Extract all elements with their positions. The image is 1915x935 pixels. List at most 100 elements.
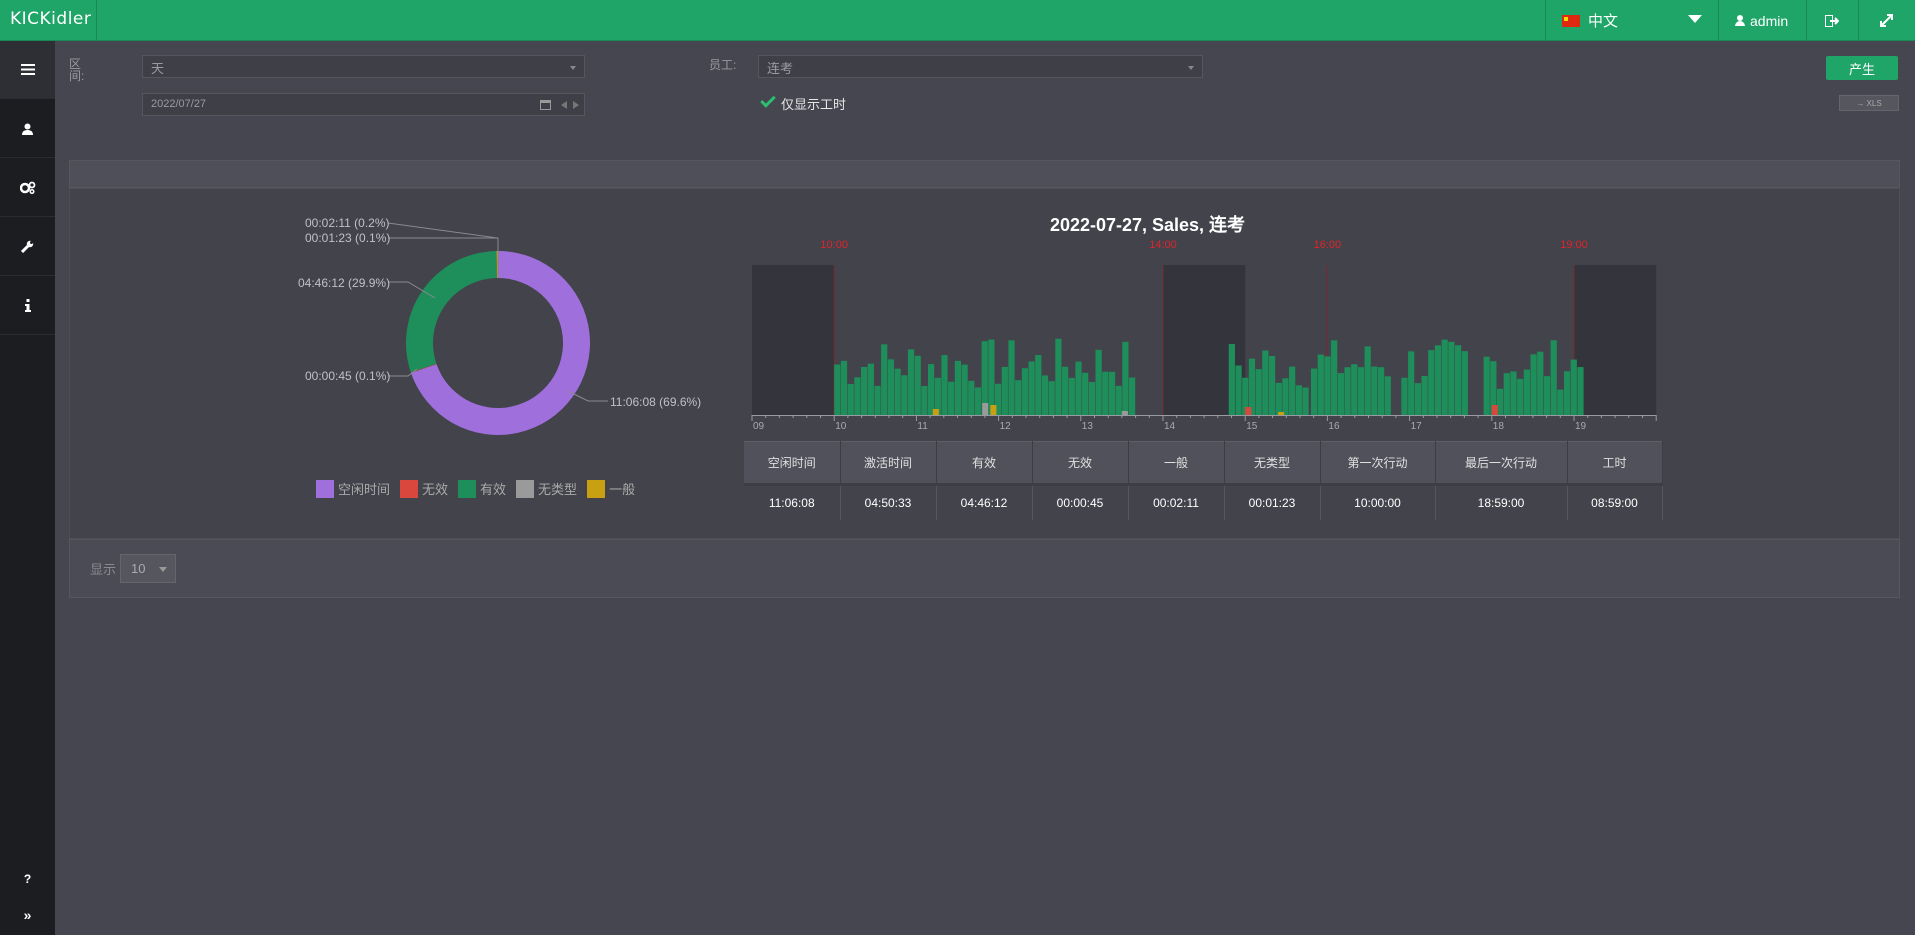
activity-blip[interactable] — [982, 403, 989, 415]
activity-bar[interactable] — [1248, 358, 1256, 415]
activity-bar[interactable] — [1408, 351, 1415, 415]
activity-bar[interactable] — [1102, 371, 1109, 415]
generate-button[interactable]: 产生 — [1826, 56, 1898, 80]
activity-bar[interactable] — [1577, 367, 1584, 415]
activity-bar[interactable] — [874, 385, 881, 415]
activity-bar[interactable] — [1075, 361, 1082, 415]
sidebar-item-info[interactable] — [0, 277, 55, 335]
activity-blip[interactable] — [932, 409, 939, 415]
activity-blip[interactable] — [1245, 407, 1252, 415]
activity-bar[interactable] — [1344, 367, 1351, 415]
activity-bar[interactable] — [1268, 356, 1276, 415]
language-selector[interactable]: 中文 — [1562, 0, 1718, 41]
activity-bar[interactable] — [928, 364, 935, 415]
activity-bar[interactable] — [894, 368, 901, 415]
activity-bar[interactable] — [1228, 344, 1235, 415]
activity-bar[interactable] — [1448, 341, 1455, 415]
activity-bar[interactable] — [1570, 359, 1577, 415]
activity-bar[interactable] — [1129, 377, 1136, 415]
activity-bar[interactable] — [1428, 350, 1435, 415]
help-button[interactable]: ? — [0, 861, 55, 897]
activity-bar[interactable] — [1095, 349, 1102, 415]
logout-button[interactable] — [1806, 0, 1858, 41]
activity-bar[interactable] — [1115, 385, 1122, 415]
activity-bar[interactable] — [1351, 364, 1358, 415]
activity-bar[interactable] — [1483, 356, 1490, 415]
activity-bar[interactable] — [1289, 366, 1296, 415]
activity-bar[interactable] — [1523, 369, 1530, 415]
activity-bar[interactable] — [834, 364, 841, 415]
activity-bar[interactable] — [921, 386, 928, 415]
expand-sidebar-button[interactable]: » — [0, 897, 55, 933]
activity-bar[interactable] — [1543, 376, 1551, 415]
activity-bar[interactable] — [1295, 385, 1302, 415]
activity-bar[interactable] — [1364, 346, 1371, 415]
activity-bar[interactable] — [1496, 388, 1504, 415]
activity-bar[interactable] — [954, 360, 961, 415]
activity-bar[interactable] — [1563, 371, 1571, 415]
activity-bar[interactable] — [907, 349, 915, 415]
activity-bar[interactable] — [1235, 365, 1242, 415]
activity-bar[interactable] — [1001, 366, 1008, 415]
activity-bar[interactable] — [861, 366, 868, 415]
donut-slice[interactable] — [406, 251, 497, 373]
sidebar-item-settings[interactable] — [0, 159, 55, 217]
sidebar-item-users[interactable] — [0, 100, 55, 158]
activity-bar[interactable] — [1035, 355, 1042, 415]
activity-bar[interactable] — [1015, 380, 1022, 415]
activity-bar[interactable] — [1324, 356, 1331, 415]
activity-bar[interactable] — [1262, 350, 1269, 415]
activity-bar[interactable] — [1357, 367, 1365, 415]
activity-bar[interactable] — [1434, 345, 1442, 415]
activity-bar[interactable] — [1454, 345, 1462, 415]
activity-bar[interactable] — [1414, 383, 1421, 415]
app-logo[interactable]: KICKidler — [10, 9, 91, 29]
period-select[interactable]: 天 — [142, 55, 585, 78]
activity-bar[interactable] — [1122, 341, 1129, 415]
activity-bar[interactable] — [1337, 373, 1344, 415]
activity-bar[interactable] — [1510, 371, 1517, 415]
activity-bar[interactable] — [1008, 340, 1015, 415]
activity-bar[interactable] — [887, 359, 894, 415]
activity-bar[interactable] — [941, 355, 948, 415]
calendar-icon[interactable] — [540, 100, 551, 110]
activity-bar[interactable] — [1108, 371, 1116, 415]
only-work-hours-label[interactable]: 仅显示工时 — [781, 94, 846, 113]
activity-bar[interactable] — [1503, 373, 1510, 415]
activity-bar[interactable] — [1068, 377, 1075, 415]
activity-bar[interactable] — [988, 339, 995, 415]
activity-blip[interactable] — [1121, 411, 1128, 415]
activity-bar[interactable] — [847, 383, 854, 415]
activity-bar[interactable] — [1441, 339, 1448, 415]
activity-bar[interactable] — [1461, 351, 1468, 415]
checkmark-icon[interactable] — [760, 92, 776, 108]
next-date-icon[interactable] — [573, 101, 579, 109]
fullscreen-button[interactable] — [1860, 0, 1912, 41]
legend-item-idle[interactable]: 空闲时间 — [316, 479, 390, 498]
activity-bar[interactable] — [1550, 340, 1557, 415]
activity-blip[interactable] — [1491, 405, 1498, 415]
activity-bar[interactable] — [1331, 340, 1338, 415]
legend-item-general[interactable]: 一般 — [587, 479, 635, 498]
activity-bar[interactable] — [1255, 369, 1262, 415]
activity-bar[interactable] — [1302, 387, 1309, 415]
activity-bar[interactable] — [948, 381, 955, 415]
activity-bar[interactable] — [1401, 377, 1408, 415]
page-size-select[interactable]: 10 — [120, 554, 176, 583]
activity-bar[interactable] — [1537, 351, 1544, 415]
activity-bar[interactable] — [1041, 375, 1049, 415]
activity-bar[interactable] — [1384, 376, 1391, 415]
activity-bar[interactable] — [1317, 354, 1324, 415]
activity-bar[interactable] — [974, 387, 982, 415]
activity-bar[interactable] — [881, 344, 888, 415]
prev-date-icon[interactable] — [561, 101, 567, 109]
activity-bar[interactable] — [1310, 368, 1318, 415]
activity-bar[interactable] — [1371, 366, 1378, 415]
activity-bar[interactable] — [1530, 354, 1537, 415]
activity-bar[interactable] — [1021, 368, 1028, 415]
legend-item-ineffective[interactable]: 无效 — [400, 479, 448, 498]
activity-bar[interactable] — [1517, 378, 1524, 415]
activity-bar[interactable] — [901, 375, 908, 415]
sidebar-item-tools[interactable] — [0, 218, 55, 276]
activity-bar[interactable] — [1275, 382, 1282, 415]
